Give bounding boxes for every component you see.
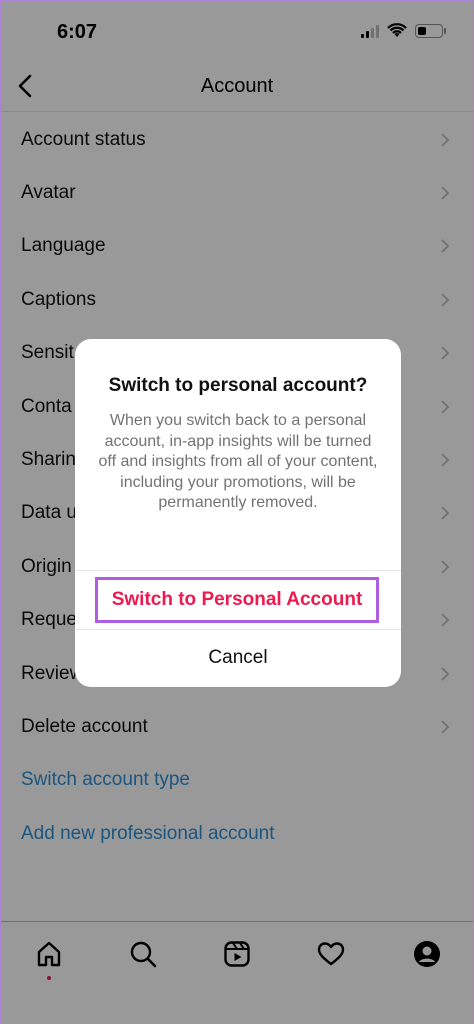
app-screen: 6:07 Account Account status Avatar Langu… [0,0,474,1024]
dialog-divider [75,570,401,571]
dialog-title: Switch to personal account? [108,375,368,396]
switch-to-personal-button[interactable]: Switch to Personal Account [95,577,379,623]
switch-account-dialog: Switch to personal account? When you swi… [75,339,401,687]
dialog-message: When you switch back to a personal accou… [98,412,378,511]
cancel-button[interactable]: Cancel [75,629,401,687]
